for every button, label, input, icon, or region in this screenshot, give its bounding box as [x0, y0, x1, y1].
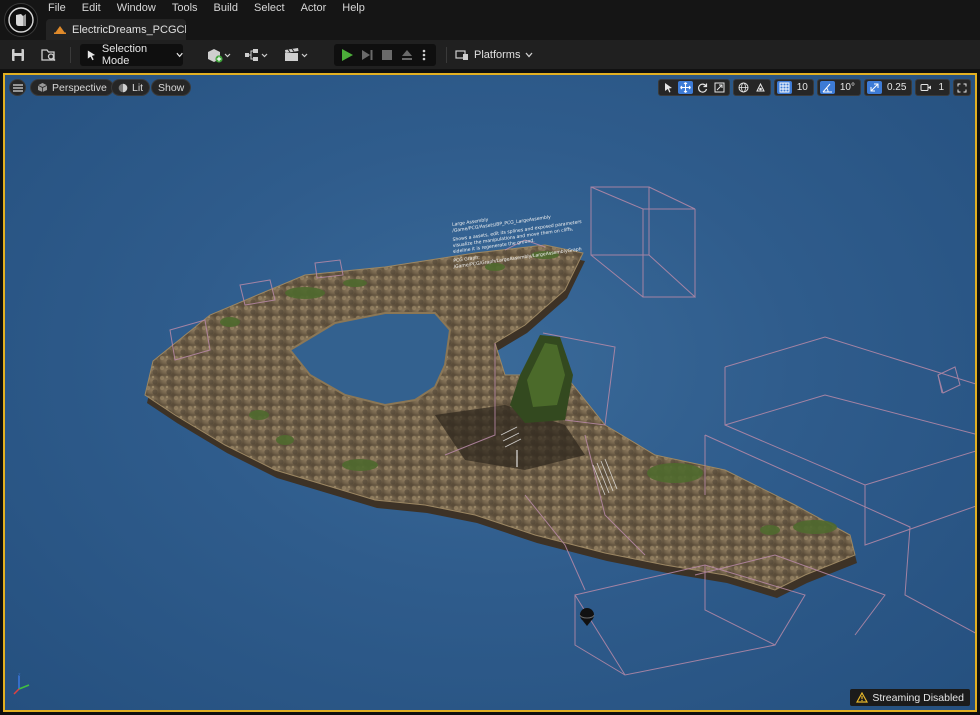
- platforms-label: Platforms: [474, 49, 521, 61]
- more-options-icon[interactable]: [418, 46, 430, 64]
- main-toolbar: Selection Mode Platforms: [0, 40, 980, 70]
- scale-snap-value[interactable]: 0.25: [884, 82, 909, 93]
- menu-tools[interactable]: Tools: [164, 0, 206, 17]
- streaming-label: Streaming Disabled: [872, 691, 964, 704]
- hamburger-icon: [12, 83, 23, 92]
- level-viewport[interactable]: Large Assembly /Game/PCG/Assets/BP_PCG_L…: [3, 73, 977, 712]
- level-icon: [54, 23, 66, 37]
- step-forward-icon[interactable]: [358, 46, 376, 64]
- level-tab[interactable]: ElectricDreams_PCGClo...: [46, 19, 186, 41]
- show-dropdown[interactable]: Show: [151, 79, 192, 96]
- tree: [510, 335, 573, 423]
- clapperboard-icon[interactable]: [283, 46, 309, 64]
- save-icon[interactable]: [9, 46, 27, 64]
- grid-snap-icon[interactable]: [776, 81, 792, 94]
- axis-gizmo: Z: [13, 672, 33, 698]
- toolbar-separator: [70, 47, 71, 63]
- rotation-snap-icon[interactable]: [819, 81, 835, 94]
- eject-icon[interactable]: [398, 46, 416, 64]
- scene-render: [144, 186, 975, 676]
- selection-mode-label: Selection Mode: [101, 43, 148, 67]
- unreal-logo-icon[interactable]: [4, 3, 38, 37]
- toolbar-separator: [446, 47, 447, 63]
- main-menu: File Edit Window Tools Build Select Acto…: [40, 0, 373, 17]
- rotation-snap: 10°: [816, 79, 861, 96]
- platforms-icon: [455, 50, 468, 60]
- rotate-tool-icon[interactable]: [695, 81, 710, 94]
- perspective-label: Perspective: [52, 81, 107, 94]
- world-space-icon[interactable]: [736, 81, 751, 94]
- transform-tools: [657, 79, 730, 96]
- coordinate-space: [732, 79, 771, 96]
- menu-window[interactable]: Window: [109, 0, 164, 17]
- grid-snap-value[interactable]: 10: [794, 82, 811, 93]
- selection-mode-dropdown[interactable]: Selection Mode: [80, 43, 183, 67]
- perspective-dropdown[interactable]: Perspective: [30, 79, 114, 96]
- blueprint-icon[interactable]: [244, 46, 270, 64]
- level-tab-label: ElectricDreams_PCGClo...: [72, 24, 186, 36]
- scale-snap-icon[interactable]: [866, 81, 882, 94]
- scale-snap: 0.25: [863, 79, 913, 96]
- show-label: Show: [158, 81, 185, 94]
- cube-icon: [37, 83, 48, 92]
- svg-text:Z: Z: [18, 673, 21, 677]
- content-browse-icon[interactable]: [40, 46, 58, 64]
- translate-tool-icon[interactable]: [677, 81, 693, 94]
- warning-icon: [856, 692, 869, 703]
- rotation-snap-value[interactable]: 10°: [837, 82, 858, 93]
- menu-actor[interactable]: Actor: [293, 0, 335, 17]
- lit-label: Lit: [132, 81, 144, 94]
- scale-tool-icon[interactable]: [712, 81, 727, 94]
- chevron-down-icon: [176, 52, 183, 58]
- viewport-transform-toolbar: 10 10° 0.25 1: [657, 78, 971, 97]
- camera-speed: 1: [915, 79, 950, 96]
- maximize-icon: [957, 83, 967, 92]
- camera-icon[interactable]: [918, 81, 933, 94]
- menu-edit[interactable]: Edit: [74, 0, 109, 17]
- chevron-down-icon: [525, 52, 533, 58]
- camera-speed-value[interactable]: 1: [935, 82, 947, 93]
- grid-snap: 10: [773, 79, 814, 96]
- lit-sphere-icon: [118, 83, 128, 92]
- view-mode-dropdown[interactable]: Lit: [111, 79, 151, 96]
- reflection-capture-icon: [579, 608, 595, 626]
- menu-file[interactable]: File: [40, 0, 74, 17]
- menu-help[interactable]: Help: [334, 0, 373, 17]
- select-tool-icon[interactable]: [661, 81, 676, 94]
- play-icon[interactable]: [338, 46, 356, 64]
- menu-build[interactable]: Build: [206, 0, 246, 17]
- play-controls: [334, 44, 436, 66]
- viewport-menu-button[interactable]: [9, 79, 26, 96]
- streaming-status[interactable]: Streaming Disabled: [850, 689, 970, 706]
- stop-icon[interactable]: [378, 46, 396, 64]
- menu-bar: File Edit Window Tools Build Select Acto…: [0, 0, 980, 41]
- surface-snap-icon[interactable]: [753, 81, 768, 94]
- menu-select[interactable]: Select: [246, 0, 293, 17]
- platforms-dropdown[interactable]: Platforms: [455, 46, 533, 64]
- cursor-icon: [87, 50, 96, 61]
- add-actor-icon[interactable]: [206, 46, 232, 64]
- maximize-viewport-button[interactable]: [953, 79, 971, 96]
